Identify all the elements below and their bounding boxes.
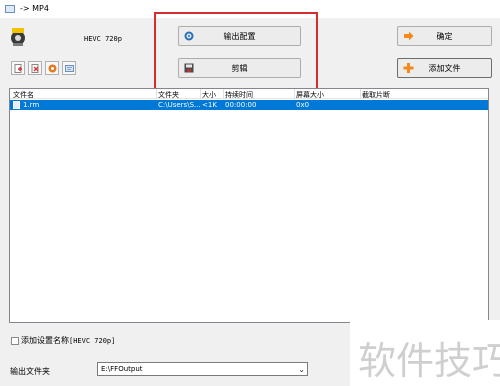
profile-label: HEVC 720p (84, 35, 122, 43)
add-item-button[interactable] (11, 61, 25, 75)
watermark-text: 软件技巧 (358, 339, 500, 383)
column-divider[interactable] (200, 89, 201, 99)
cell-name: 1.rm (23, 101, 40, 109)
ok-button[interactable]: 确定 (397, 26, 492, 46)
column-divider[interactable] (294, 89, 295, 99)
play-item-button[interactable] (45, 61, 59, 75)
cell-duration: 00:00:00 (225, 101, 257, 109)
table-row[interactable]: 1.rm C:\Users\S... <1K 00:00:00 0x0 (10, 100, 488, 110)
add-file-button[interactable]: 添加文件 (397, 58, 492, 78)
chevron-down-icon[interactable]: ⌄ (298, 365, 305, 374)
column-header[interactable]: 截取片断 (362, 90, 390, 100)
column-header[interactable]: 屏幕大小 (296, 90, 324, 100)
output-folder-label: 输出文件夹 (10, 367, 50, 376)
list-toolbar (11, 61, 76, 75)
watermark: 软件技巧 (350, 320, 500, 386)
output-folder-select[interactable]: E:\FFOutput ⌄ (97, 362, 308, 376)
column-header[interactable]: 文件名 (13, 90, 34, 100)
column-divider[interactable] (223, 89, 224, 99)
column-divider[interactable] (156, 89, 157, 99)
remove-doc-icon (31, 63, 38, 73)
add-setting-name-option[interactable]: 添加设置名称[HEVC 720p] (11, 335, 115, 346)
add-setting-name-label: 添加设置名称[HEVC 720p] (21, 335, 115, 346)
cell-folder: C:\Users\S... (158, 101, 200, 109)
file-list[interactable]: 文件名 文件夹 大小 持续时间 屏幕大小 截取片断 1.rm C:\Users\… (9, 88, 489, 323)
arrow-right-icon (404, 31, 414, 41)
column-header[interactable]: 持续时间 (225, 90, 253, 100)
file-icon (13, 101, 20, 109)
plus-icon (403, 63, 414, 73)
column-header[interactable]: 大小 (202, 90, 216, 100)
item-info-button[interactable] (62, 61, 76, 75)
cell-screen-size: 0x0 (296, 101, 310, 109)
file-list-header: 文件名 文件夹 大小 持续时间 屏幕大小 截取片断 (10, 89, 488, 99)
add-setting-name-checkbox[interactable] (11, 336, 19, 345)
column-divider[interactable] (360, 89, 361, 99)
remove-item-button[interactable] (28, 61, 42, 75)
add-setting-name-text: 添加设置名称 (21, 336, 69, 345)
app-icon (5, 5, 15, 13)
media-icon (48, 64, 56, 72)
annotation-highlight-box (154, 12, 318, 90)
cell-size: <1K (202, 101, 217, 109)
window-title: -> MP4 (20, 4, 49, 13)
add-doc-icon (14, 63, 22, 73)
output-folder-value: E:\FFOutput (101, 365, 143, 373)
column-header[interactable]: 文件夹 (158, 90, 200, 100)
format-profile-icon (11, 28, 25, 46)
info-icon (64, 64, 74, 72)
add-setting-name-value: [HEVC 720p] (69, 337, 116, 345)
